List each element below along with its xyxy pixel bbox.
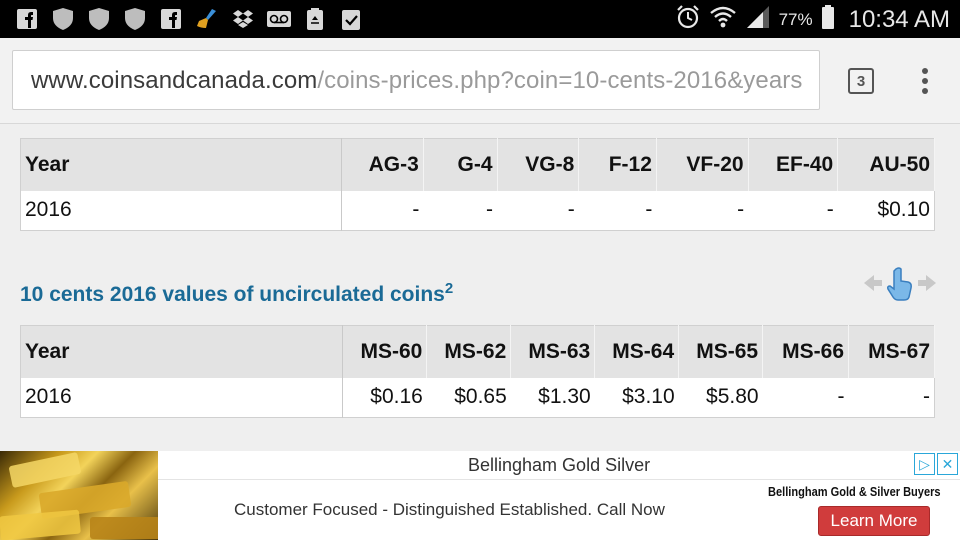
clipboard-check-icon bbox=[338, 6, 364, 32]
browser-toolbar: www.coinsandcanada.com/coins-prices.php?… bbox=[0, 38, 960, 124]
ad-banner[interactable]: Bellingham Gold Silver ▷ ✕ Customer Focus… bbox=[0, 451, 960, 540]
column-header: F-12 bbox=[578, 138, 657, 191]
circulated-prices-table: Year AG-3 G-4 VG-8 F-12 VF-20 EF-40 AU-5… bbox=[20, 138, 935, 231]
ad-body-text[interactable]: Customer Focused - Distinguished Establi… bbox=[234, 500, 665, 520]
wifi-icon bbox=[709, 4, 737, 35]
learn-more-button[interactable]: Learn More bbox=[818, 506, 930, 536]
column-header: VG-8 bbox=[497, 138, 580, 191]
column-header: AG-3 bbox=[341, 138, 424, 191]
recycle-icon bbox=[302, 6, 328, 32]
shield-icon bbox=[122, 6, 148, 32]
signal-icon bbox=[745, 4, 771, 35]
table-cell: $0.16 bbox=[342, 377, 427, 418]
page-content: Year AG-3 G-4 VG-8 F-12 VF-20 EF-40 AU-5… bbox=[0, 125, 960, 451]
ad-image[interactable] bbox=[0, 451, 158, 540]
table-cell: - bbox=[848, 377, 935, 418]
column-header: MS-60 bbox=[342, 325, 428, 378]
column-header: AU-50 bbox=[837, 138, 935, 191]
column-header: G-4 bbox=[423, 138, 498, 191]
table-cell: $3.10 bbox=[594, 377, 679, 418]
system-status: 77% 10:34 AM bbox=[675, 4, 950, 35]
table-row: 2016 $0.16 $0.65 $1.30 $3.10 $5.80 - - bbox=[20, 377, 935, 418]
table-cell: - bbox=[423, 190, 498, 231]
table-cell: - bbox=[497, 190, 579, 231]
url-text: www.coinsandcanada.com/coins-prices.php?… bbox=[31, 67, 803, 95]
battery-icon bbox=[821, 4, 835, 35]
table-cell: $5.80 bbox=[678, 377, 763, 418]
voicemail-icon bbox=[266, 6, 292, 32]
ad-title[interactable]: Bellingham Gold Silver bbox=[468, 455, 650, 476]
table-cell: 2016 bbox=[20, 377, 344, 418]
tab-switcher-button[interactable]: 3 bbox=[848, 68, 874, 94]
facebook-icon bbox=[158, 6, 184, 32]
section-title-text: 10 cents 2016 values of uncirculated coi… bbox=[20, 283, 445, 306]
column-header: MS-62 bbox=[426, 325, 512, 378]
swipe-hand-icon bbox=[864, 267, 936, 301]
battery-percent: 77% bbox=[778, 9, 813, 29]
table-cell: - bbox=[656, 190, 749, 231]
table-cell: - bbox=[762, 377, 849, 418]
table-row: 2016 - - - - - - $0.10 bbox=[20, 190, 935, 231]
uncirculated-prices-table: Year MS-60 MS-62 MS-63 MS-64 MS-65 MS-66… bbox=[20, 325, 935, 418]
table-cell: $0.10 bbox=[837, 190, 935, 231]
shield-icon bbox=[86, 6, 112, 32]
table-header-row: Year MS-60 MS-62 MS-63 MS-64 MS-65 MS-66… bbox=[20, 325, 935, 378]
column-header: Year bbox=[20, 138, 343, 191]
clock: 10:34 AM bbox=[848, 5, 950, 33]
table-header-row: Year AG-3 G-4 VG-8 F-12 VF-20 EF-40 AU-5… bbox=[20, 138, 935, 191]
column-header: MS-64 bbox=[594, 325, 680, 378]
url-domain: www.coinsandcanada.com bbox=[31, 67, 318, 94]
footnote-link[interactable]: 2 bbox=[445, 280, 453, 297]
alarm-icon bbox=[675, 4, 701, 35]
column-header: MS-67 bbox=[848, 325, 935, 378]
section-heading: 10 cents 2016 values of uncirculated coi… bbox=[20, 280, 453, 307]
status-bar: 77% 10:34 AM bbox=[0, 0, 960, 38]
dropbox-icon bbox=[230, 6, 256, 32]
column-header: EF-40 bbox=[748, 138, 839, 191]
facebook-icon bbox=[14, 6, 40, 32]
column-header: Year bbox=[20, 325, 344, 378]
column-header: MS-65 bbox=[678, 325, 764, 378]
url-path: /coins-prices.php?coin=10-cents-2016&yea… bbox=[317, 67, 803, 94]
table-cell: $0.65 bbox=[426, 377, 511, 418]
column-header: MS-66 bbox=[762, 325, 849, 378]
notification-icons bbox=[14, 6, 364, 32]
swipe-hint bbox=[860, 265, 940, 301]
table-cell: - bbox=[748, 190, 838, 231]
table-cell: 2016 bbox=[20, 190, 343, 231]
table-cell: $1.30 bbox=[510, 377, 595, 418]
ad-header: Bellingham Gold Silver ▷ ✕ bbox=[158, 451, 960, 480]
column-header: VF-20 bbox=[656, 138, 749, 191]
shield-icon bbox=[50, 6, 76, 32]
adchoices-icon[interactable]: ▷ ✕ bbox=[914, 453, 958, 475]
overflow-menu-icon[interactable] bbox=[912, 64, 938, 98]
broom-icon bbox=[194, 6, 220, 32]
ad-brand: Bellingham Gold & Silver Buyers bbox=[768, 484, 941, 499]
table-cell: - bbox=[578, 190, 657, 231]
table-cell: - bbox=[341, 190, 424, 231]
address-bar[interactable]: www.coinsandcanada.com/coins-prices.php?… bbox=[12, 50, 820, 110]
column-header: MS-63 bbox=[510, 325, 596, 378]
